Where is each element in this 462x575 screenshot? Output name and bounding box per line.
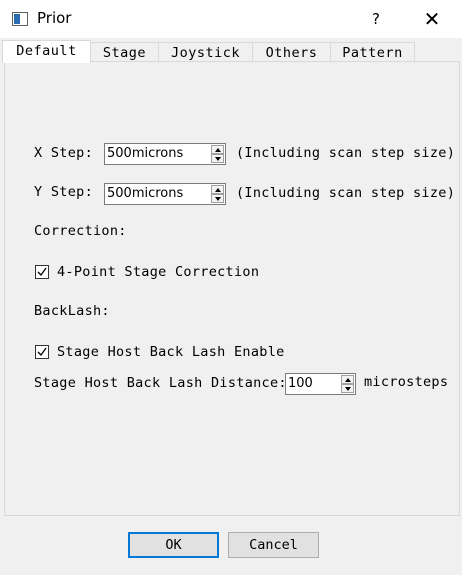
window-title: Prior <box>37 9 72 27</box>
close-button[interactable]: ✕ <box>420 5 444 33</box>
x-step-label: X Step: <box>34 145 93 161</box>
backlash-distance-label: Stage Host Back Lash Distance: <box>34 375 287 391</box>
check-icon <box>37 267 47 277</box>
y-step-note: (Including scan step size) <box>236 185 456 201</box>
tab-panel-default <box>4 61 460 516</box>
backlash-distance-value: 100 <box>288 376 313 391</box>
cancel-button[interactable]: Cancel <box>228 532 319 558</box>
backlash-distance-stepper[interactable] <box>341 375 354 393</box>
correction-heading: Correction: <box>34 223 127 239</box>
x-step-spinbox[interactable]: 500microns <box>104 143 226 165</box>
y-step-stepper[interactable] <box>211 185 224 203</box>
y-step-spinbox[interactable]: 500microns <box>104 183 226 205</box>
check-icon <box>37 347 47 357</box>
backlash-unit-label: microsteps <box>364 374 449 390</box>
tab-bar: Default Stage Joystick Others Pattern <box>0 40 462 63</box>
tab-others[interactable]: Others <box>252 42 331 62</box>
backlash-up-arrow-icon[interactable] <box>341 375 354 384</box>
backlash-enable-checkbox[interactable] <box>35 345 49 359</box>
ok-button[interactable]: OK <box>128 532 219 558</box>
backlash-heading: BackLash: <box>34 303 110 319</box>
y-step-up-arrow-icon[interactable] <box>211 185 224 194</box>
x-step-note: (Including scan step size) <box>236 145 456 161</box>
x-step-up-arrow-icon[interactable] <box>211 145 224 154</box>
y-step-label: Y Step: <box>34 184 93 200</box>
tab-joystick[interactable]: Joystick <box>158 42 253 62</box>
backlash-distance-spinbox[interactable]: 100 <box>285 373 356 395</box>
x-step-stepper[interactable] <box>211 145 224 163</box>
x-step-down-arrow-icon[interactable] <box>211 154 224 163</box>
tab-stage[interactable]: Stage <box>90 42 159 62</box>
y-step-down-arrow-icon[interactable] <box>211 194 224 203</box>
tab-default[interactable]: Default <box>2 40 91 63</box>
tab-pattern[interactable]: Pattern <box>330 42 415 62</box>
correction-checkbox[interactable] <box>35 265 49 279</box>
correction-checkbox-label[interactable]: 4-Point Stage Correction <box>57 264 259 280</box>
help-button[interactable]: ? <box>364 5 388 33</box>
y-step-value: 500microns <box>107 186 184 201</box>
x-step-value: 500microns <box>107 146 184 161</box>
backlash-down-arrow-icon[interactable] <box>341 384 354 393</box>
backlash-enable-label[interactable]: Stage Host Back Lash Enable <box>57 344 285 360</box>
app-window-icon <box>12 12 28 26</box>
title-bar: Prior ? ✕ <box>0 0 462 38</box>
